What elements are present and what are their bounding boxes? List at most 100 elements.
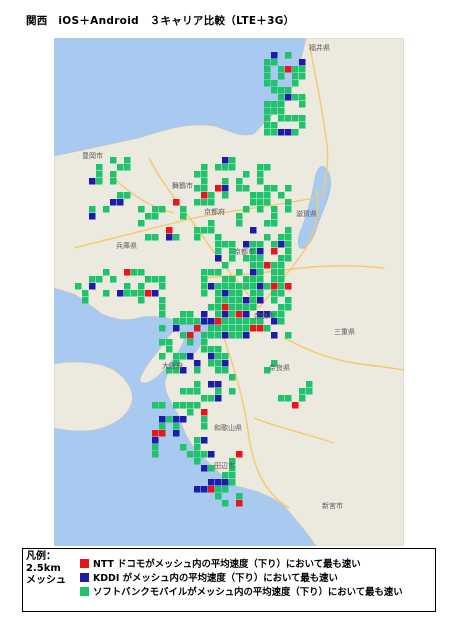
mesh-cell — [250, 276, 257, 283]
legend-item-label: KDDI がメッシュ内の平均速度（下り）において最も速い — [93, 573, 338, 584]
mesh-cell — [180, 318, 187, 325]
map-place-label: 福井県 — [309, 43, 330, 52]
mesh-cell — [208, 227, 215, 234]
mesh-cell — [236, 283, 243, 290]
mesh-cell — [222, 276, 229, 283]
mesh-cell — [229, 388, 236, 395]
mesh-cell — [236, 269, 243, 276]
mesh-cell — [264, 199, 271, 206]
mesh-cell — [243, 206, 250, 213]
mesh-cell — [215, 493, 222, 500]
map-area[interactable]: 豊岡市 京都府 兵庫県 大阪府 奈良県 三重県 和歌山県 滋賀県 福井県 舞鶴市 京都市 奈良市 新宮市… — [54, 38, 404, 546]
map-place-label: 兵庫県 — [116, 241, 137, 250]
mesh-cell — [215, 332, 222, 339]
mesh-cell — [299, 101, 306, 108]
mesh-cell — [187, 451, 194, 458]
mesh-cell — [257, 206, 264, 213]
mesh-cell — [243, 297, 250, 304]
mesh-cell — [278, 115, 285, 122]
mesh-cell — [278, 262, 285, 269]
mesh-cell — [201, 451, 208, 458]
mesh-cell — [285, 234, 292, 241]
mesh-cell — [299, 395, 306, 402]
mesh-cell — [124, 157, 131, 164]
mesh-cell — [215, 395, 222, 402]
mesh-cell — [166, 234, 173, 241]
mesh-cell — [208, 283, 215, 290]
mesh-cell — [75, 283, 82, 290]
mesh-cell — [264, 108, 271, 115]
mesh-cell — [243, 332, 250, 339]
mesh-cell — [208, 395, 215, 402]
mesh-cell — [159, 276, 166, 283]
mesh-cell — [208, 332, 215, 339]
mesh-cell — [194, 171, 201, 178]
mesh-cell — [124, 269, 131, 276]
mesh-cell — [264, 115, 271, 122]
mesh-cell — [215, 311, 222, 318]
mesh-cell — [96, 178, 103, 185]
mesh-cell — [264, 262, 271, 269]
mesh-cell — [180, 444, 187, 451]
mesh-cell — [229, 374, 236, 381]
mesh-cell — [243, 185, 250, 192]
mesh-cell — [173, 430, 180, 437]
mesh-cell — [271, 213, 278, 220]
mesh-cell — [215, 269, 222, 276]
mesh-cell — [222, 325, 229, 332]
mesh-cell — [229, 157, 236, 164]
mesh-cell — [222, 262, 229, 269]
mesh-cell — [124, 164, 131, 171]
mesh-cell — [222, 164, 229, 171]
mesh-cell — [257, 290, 264, 297]
mesh-cell — [222, 192, 229, 199]
mesh-cell — [187, 409, 194, 416]
mesh-cell — [194, 451, 201, 458]
mesh-cell — [257, 325, 264, 332]
legend-heading-line: 凡例： — [26, 551, 56, 562]
mesh-cell — [194, 486, 201, 493]
mesh-cell — [299, 115, 306, 122]
mesh-cell — [201, 164, 208, 171]
mesh-cell — [271, 241, 278, 248]
mesh-cell — [201, 192, 208, 199]
mesh-cell — [215, 381, 222, 388]
mesh-cell — [82, 290, 89, 297]
mesh-cell — [194, 367, 201, 374]
mesh-cell — [271, 59, 278, 66]
mesh-cell — [215, 241, 222, 248]
mesh-cell — [271, 269, 278, 276]
legend-item-softbank: ソフトバンクモバイルがメッシュ内の平均速度（下り）において最も速い — [80, 584, 403, 598]
mesh-cell — [264, 185, 271, 192]
mesh-cell — [201, 486, 208, 493]
mesh-cell — [124, 283, 131, 290]
mesh-cell — [250, 283, 257, 290]
mesh-cell — [264, 101, 271, 108]
mesh-cell — [222, 241, 229, 248]
mesh-cell — [194, 381, 201, 388]
mesh-cell — [264, 59, 271, 66]
map-place-label: 大阪府 — [162, 361, 183, 370]
mesh-cell — [285, 395, 292, 402]
mesh-cell — [236, 500, 243, 507]
mesh-cell — [278, 94, 285, 101]
mesh-cell — [89, 213, 96, 220]
mesh-cell — [264, 164, 271, 171]
mesh-cell — [264, 73, 271, 80]
mesh-cell — [285, 52, 292, 59]
mesh-cell — [285, 227, 292, 234]
mesh-cell — [103, 290, 110, 297]
mesh-cell — [208, 304, 215, 311]
mesh-cell — [278, 276, 285, 283]
mesh-cell — [194, 360, 201, 367]
mesh-cell — [222, 353, 229, 360]
map-place-label: 奈良市 — [254, 311, 275, 320]
mesh-cell — [250, 290, 257, 297]
mesh-cell — [215, 283, 222, 290]
mesh-cell — [229, 479, 236, 486]
mesh-cell — [278, 87, 285, 94]
mesh-cell — [229, 297, 236, 304]
mesh-cell — [271, 52, 278, 59]
mesh-cell — [201, 171, 208, 178]
mesh-cell — [152, 437, 159, 444]
